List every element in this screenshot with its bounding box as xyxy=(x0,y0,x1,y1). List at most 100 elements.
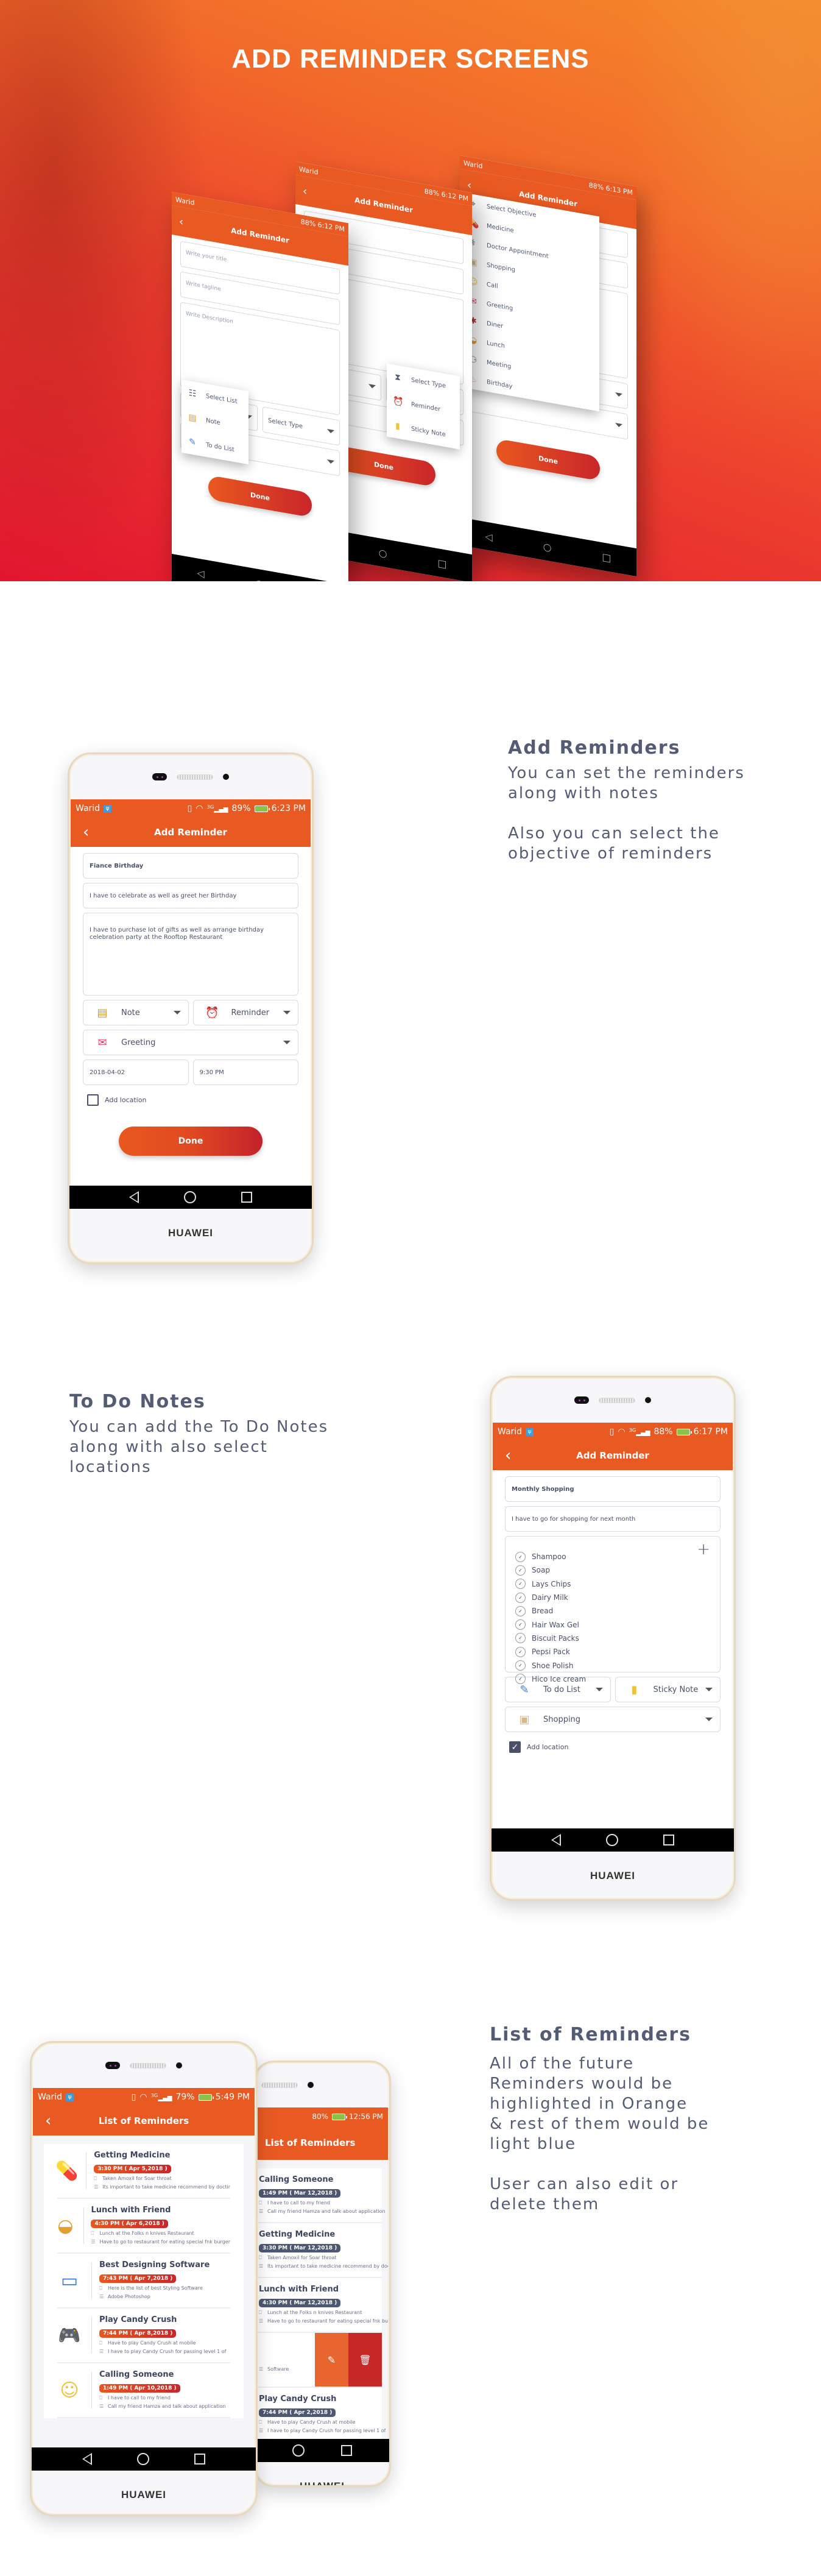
phone-top-bezel xyxy=(255,2062,389,2107)
todo-item[interactable]: ✓ Bread xyxy=(515,1604,720,1618)
nav-recents-icon[interactable] xyxy=(241,1192,252,1203)
reminder-note: I have to play Candy Crush for passing l… xyxy=(108,2348,227,2354)
check-circle-icon[interactable]: ✓ xyxy=(515,1592,526,1603)
done-button[interactable]: Done xyxy=(119,1127,263,1156)
todo-item[interactable]: ✓ Biscuit Packs xyxy=(515,1632,720,1645)
time-input[interactable]: 9:30 PM xyxy=(192,1060,298,1085)
back-arrow-icon[interactable]: ‹ xyxy=(179,215,183,228)
reminder-note: Have to go to restaurant for eating spec… xyxy=(267,2318,388,2324)
todo-item[interactable]: ✓ Shampoo xyxy=(515,1550,720,1563)
edit-button[interactable]: ✎ xyxy=(315,2333,348,2387)
check-circle-icon[interactable]: ✓ xyxy=(515,1551,526,1562)
reminder-note-row: ☰ Call my friend Hamza and talk about app… xyxy=(99,2402,230,2411)
nav-home-icon[interactable] xyxy=(606,1834,618,1846)
shopping-bag-icon: ▣ xyxy=(519,1713,530,1726)
hero-screen-select-list: Warid 88% 6:12 PM ‹ Add Reminder Write y… xyxy=(172,192,348,581)
nav-back-icon[interactable] xyxy=(551,1834,561,1846)
back-arrow-icon[interactable]: ‹ xyxy=(45,2106,51,2135)
done-button[interactable]: Done xyxy=(208,475,312,518)
add-item-icon[interactable]: + xyxy=(697,1540,710,1559)
reminder-item[interactable]: Calling Someone 1:49 PM ( Mar 12,2018 ) ⎕ I… xyxy=(256,2168,386,2223)
list-type-select[interactable]: ▤ Note xyxy=(83,1000,189,1025)
todo-item[interactable]: ✓ Lays Chips xyxy=(515,1577,720,1591)
check-circle-icon[interactable]: ✓ xyxy=(515,1646,526,1657)
carrier-label: Warid xyxy=(299,165,319,177)
add-location-row[interactable]: Add location xyxy=(83,1089,298,1111)
nav-home-icon[interactable]: ○ xyxy=(543,540,552,553)
nav-home-icon[interactable] xyxy=(292,2444,305,2457)
reminder-tagline-row: ⎕ I have to call to my friend xyxy=(259,2199,386,2207)
section-heading: List of Reminders xyxy=(490,2024,691,2045)
list-icon: ☷ xyxy=(188,387,197,400)
option-label: Birthday xyxy=(487,378,513,390)
todo-item[interactable]: ✓ Pepsi Pack xyxy=(515,1645,720,1658)
nav-recents-icon[interactable] xyxy=(194,2454,205,2465)
select-label: Select Type xyxy=(268,417,303,430)
todo-item[interactable]: ✓ Hico Ice cream xyxy=(515,1672,720,1686)
todo-item[interactable]: ✓ Hair Wax Gel xyxy=(515,1618,720,1631)
add-location-row[interactable]: ✓ Add location xyxy=(505,1736,721,1758)
done-button[interactable]: Done xyxy=(496,438,600,481)
reminder-item[interactable]: Getting Medicine 3:30 PM ( Mar 12,2018 ) ⎕… xyxy=(256,2223,388,2278)
nav-home-icon[interactable]: ○ xyxy=(255,577,264,581)
check-circle-icon[interactable]: ✓ xyxy=(515,1565,526,1576)
reminder-item[interactable]: 💊 Getting Medicine 3:30 PM ( Apr 5,2018 ) ⎕… xyxy=(55,2144,230,2199)
chevron-down-icon xyxy=(368,384,376,389)
title-input[interactable]: Fiance Birthday xyxy=(83,853,298,879)
vibrate-icon: ▯ xyxy=(131,2092,136,2102)
front-camera-icon xyxy=(176,2062,182,2068)
title-input[interactable]: Monthly Shopping xyxy=(505,1476,721,1502)
nav-back-icon[interactable] xyxy=(129,1191,139,1203)
back-arrow-icon[interactable]: ‹ xyxy=(505,1441,511,1470)
nav-back-icon[interactable]: ◁ xyxy=(485,530,492,543)
check-circle-icon[interactable]: ✓ xyxy=(515,1633,526,1644)
wifi-icon: ◠ xyxy=(139,2092,147,2102)
reminder-item[interactable]: Play Candy Crush 7:44 PM ( Apr 2,2018 ) ⎕ H… xyxy=(256,2388,386,2439)
date-input[interactable]: 2018-04-02 xyxy=(83,1060,189,1085)
reminder-item[interactable]: ◒ Lunch with Friend 4:30 PM ( Apr 6,2018 )… xyxy=(57,2199,230,2254)
nav-recents-icon[interactable] xyxy=(663,1835,674,1845)
check-circle-icon[interactable]: ✓ xyxy=(515,1619,526,1630)
add-location-checkbox[interactable]: ✓ xyxy=(509,1741,521,1753)
nav-recents-icon[interactable] xyxy=(341,2445,352,2456)
todo-item[interactable]: ✓ Dairy Milk xyxy=(515,1591,720,1604)
nav-recents-icon[interactable]: □ xyxy=(437,557,446,570)
reminder-item[interactable]: 🎮 Play Candy Crush 7:44 PM ( Apr 8,2018 ) ⎕… xyxy=(57,2309,230,2363)
list-icon: ☰ xyxy=(99,2403,104,2409)
battery-icon xyxy=(676,1428,692,1435)
reminder-item[interactable]: Lunch with Friend 4:30 PM ( Mar 12,2018 )… xyxy=(256,2278,388,2333)
nav-home-icon[interactable] xyxy=(137,2453,149,2465)
carrier-label: Warid xyxy=(76,804,100,813)
todo-item[interactable]: ✓ Soap xyxy=(515,1563,720,1577)
description-input[interactable]: I have to purchase lot of gifts as well … xyxy=(83,913,298,996)
nav-home-icon[interactable] xyxy=(184,1191,196,1203)
reminder-item[interactable]: ▭ Best Designing Software 7:43 PM ( Apr 7,… xyxy=(57,2254,230,2309)
reminder-item[interactable]: Best Designing Software☰Software✎🗑 xyxy=(256,2333,382,2388)
check-circle-icon[interactable]: ✓ xyxy=(515,1579,526,1590)
check-circle-icon[interactable]: ✓ xyxy=(515,1660,526,1671)
nav-back-icon[interactable]: ◁ xyxy=(197,567,204,579)
nav-back-icon[interactable] xyxy=(82,2453,92,2465)
reminder-title: Calling Someone xyxy=(259,2174,334,2184)
chevron-down-icon xyxy=(283,1011,291,1014)
delete-button[interactable]: 🗑 xyxy=(348,2333,382,2387)
objective-select[interactable]: ▣ Shopping xyxy=(505,1707,721,1732)
tagline-input[interactable]: I have to celebrate as well as greet her… xyxy=(83,883,298,908)
check-circle-icon[interactable]: ✓ xyxy=(515,1674,526,1685)
bookmark-icon: ⎕ xyxy=(259,2199,262,2206)
nav-home-icon[interactable]: ○ xyxy=(379,547,387,559)
todo-item[interactable]: ✓ Shoe Polish xyxy=(515,1658,720,1672)
tagline-input[interactable]: I have to go for shopping for next month xyxy=(505,1506,721,1532)
reminder-note: Its important to take medicine recommend… xyxy=(267,2263,388,2269)
add-location-checkbox[interactable] xyxy=(87,1094,99,1106)
reminder-item[interactable]: ☺ Calling Someone 1:49 PM ( Apr 10,2018 ) ⎕… xyxy=(57,2363,230,2418)
check-circle-icon[interactable]: ✓ xyxy=(515,1605,526,1616)
reminder-tagline: Have to play Candy Crush at mobile xyxy=(267,2419,356,2425)
objective-select[interactable]: ✉ Greeting xyxy=(83,1030,298,1055)
back-arrow-icon[interactable]: ‹ xyxy=(303,185,307,198)
back-arrow-icon[interactable]: ‹ xyxy=(467,179,471,192)
reminder-type-select[interactable]: ⏰ Reminder xyxy=(192,1000,298,1025)
back-arrow-icon[interactable]: ‹ xyxy=(83,818,89,847)
nav-recents-icon[interactable]: □ xyxy=(602,551,611,564)
todo-form: Monthly Shopping I have to go for shoppi… xyxy=(493,1470,733,1758)
